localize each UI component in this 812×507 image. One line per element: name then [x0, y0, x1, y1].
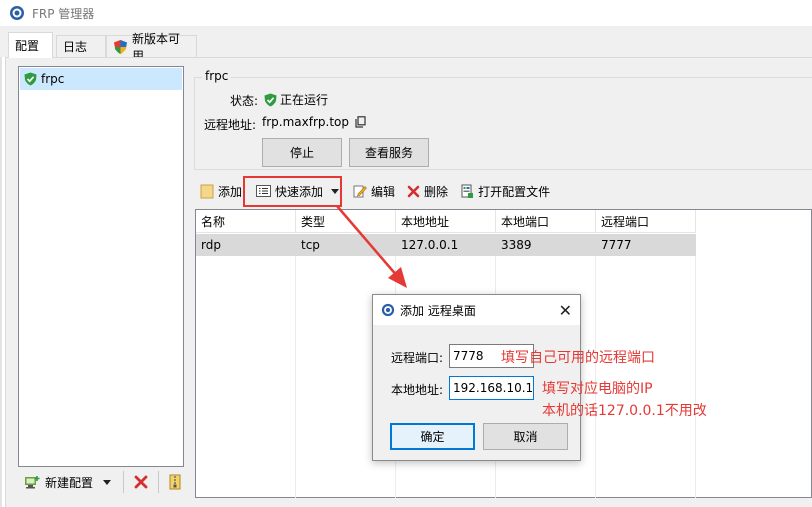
tab-config-label: 配置 — [15, 39, 40, 53]
local-address-input[interactable]: 192.168.10.120 — [449, 376, 534, 400]
local-address-label: 本地地址: — [391, 383, 444, 397]
dialog-title: 添加 远程桌面 — [400, 303, 476, 318]
tab-config[interactable]: 配置 — [8, 32, 53, 58]
local-address-annotation-line1: 填写对应电脑的IP — [542, 381, 653, 397]
frp-app-icon — [381, 303, 395, 317]
cancel-button[interactable]: 取消 — [483, 423, 568, 450]
local-address-annotation-line2: 本机的话127.0.0.1不用改 — [542, 403, 707, 419]
remote-port-annotation: 填写自己可用的远程端口 — [501, 350, 655, 366]
remote-port-label: 远程端口: — [391, 351, 444, 365]
close-icon[interactable]: ✕ — [559, 301, 572, 320]
dialog-title-bar: 添加 远程桌面 — [373, 295, 580, 325]
ok-button[interactable]: 确定 — [390, 423, 475, 450]
